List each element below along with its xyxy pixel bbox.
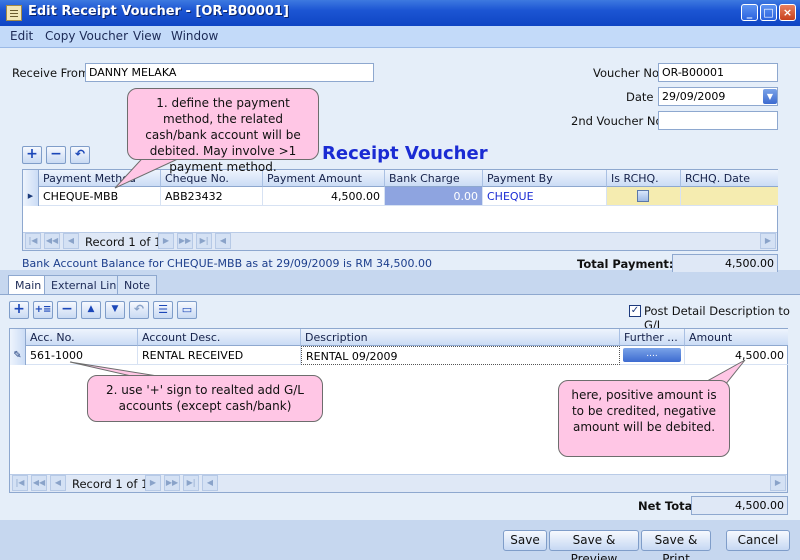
- tab-note[interactable]: Note: [117, 275, 158, 294]
- minimize-button[interactable]: _: [741, 4, 758, 21]
- date-label: Date: [626, 90, 654, 104]
- next-record-icon[interactable]: ▶: [158, 233, 174, 249]
- move-up-icon[interactable]: ▲: [81, 301, 101, 319]
- further-button[interactable]: ....: [623, 348, 681, 362]
- document-icon: [6, 5, 22, 21]
- save-preview-button[interactable]: Save & Preview: [549, 530, 639, 560]
- remove-payment-button[interactable]: −: [46, 146, 66, 164]
- col-amount[interactable]: Amount: [685, 329, 788, 346]
- payment-method-cell[interactable]: CHEQUE-MBB: [39, 187, 161, 206]
- detail-next-page-icon[interactable]: ▶▶: [164, 475, 180, 491]
- close-button[interactable]: ×: [779, 4, 796, 21]
- detail-prev-record-icon[interactable]: ◀: [50, 475, 66, 491]
- list-view-icon[interactable]: ☰: [153, 301, 173, 319]
- detail-scroll-right-icon[interactable]: ▶: [770, 475, 786, 491]
- last-record-icon[interactable]: ▶|: [196, 233, 212, 249]
- date-input[interactable]: 29/09/2009: [658, 87, 778, 106]
- net-total-value: 4,500.00: [691, 496, 788, 515]
- undo-detail-button[interactable]: ↶: [129, 301, 149, 319]
- total-payment-label: Total Payment:: [577, 257, 674, 271]
- payment-amount-cell[interactable]: 4,500.00: [263, 187, 385, 206]
- cancel-button[interactable]: Cancel: [726, 530, 790, 551]
- bank-charge-cell[interactable]: 0.00: [385, 187, 483, 206]
- window-title: Edit Receipt Voucher - [OR-B00001]: [28, 4, 289, 19]
- bank-balance-text: Bank Account Balance for CHEQUE-MBB as a…: [22, 257, 432, 270]
- scroll-left-icon[interactable]: ◀: [215, 233, 231, 249]
- date-dropdown-icon[interactable]: ▼: [763, 89, 777, 104]
- col-description[interactable]: Description: [301, 329, 620, 346]
- col-payment-by[interactable]: Payment By: [483, 170, 607, 187]
- callout-gl-accounts: 2. use '+' sign to realted add G/L accou…: [87, 375, 323, 422]
- col-rchq-date[interactable]: RCHQ. Date: [681, 170, 778, 187]
- voucher-no-label: Voucher No: [593, 66, 660, 80]
- callout-payment-method: 1. define the payment method, the relate…: [127, 88, 319, 174]
- col-acc-no[interactable]: Acc. No.: [26, 329, 138, 346]
- add-payment-button[interactable]: +: [22, 146, 42, 164]
- second-voucher-label: 2nd Voucher No: [571, 114, 663, 128]
- remove-detail-button[interactable]: −: [57, 301, 77, 319]
- payment-grid: Payment Method Cheque No. Payment Amount…: [22, 169, 778, 251]
- tab-main[interactable]: Main: [8, 275, 49, 294]
- detail-next-record-icon[interactable]: ▶: [145, 475, 161, 491]
- payment-navigator: |◀ ◀◀ ◀ Record 1 of 1 ▶ ▶▶ ▶| ◀ ▶: [23, 232, 777, 250]
- col-further[interactable]: Further ...: [620, 329, 685, 346]
- menu-bar: Edit Copy Voucher View Window: [0, 26, 800, 48]
- further-cell[interactable]: ....: [620, 346, 685, 365]
- voucher-no-input[interactable]: OR-B00001: [658, 63, 778, 82]
- first-record-icon[interactable]: |◀: [25, 233, 41, 249]
- maximize-button[interactable]: □: [760, 4, 777, 21]
- insert-row-icon[interactable]: +≡: [33, 301, 53, 319]
- menu-window[interactable]: Window: [171, 29, 218, 43]
- undo-payment-button[interactable]: ↶: [70, 146, 90, 164]
- add-detail-button[interactable]: +: [9, 301, 29, 319]
- is-rchq-checkbox[interactable]: [637, 190, 649, 202]
- col-payment-amount[interactable]: Payment Amount: [263, 170, 385, 187]
- detail-navigator: |◀ ◀◀ ◀ Record 1 of 1 ▶ ▶▶ ▶| ◀ ▶: [10, 474, 787, 492]
- date-value: 29/09/2009: [662, 90, 726, 103]
- detail-scroll-left-icon[interactable]: ◀: [202, 475, 218, 491]
- detail-prev-page-icon[interactable]: ◀◀: [31, 475, 47, 491]
- cheque-no-cell[interactable]: ABB23432: [161, 187, 263, 206]
- col-bank-charge[interactable]: Bank Charge: [385, 170, 483, 187]
- form-view-icon[interactable]: ▭: [177, 301, 197, 319]
- next-page-icon[interactable]: ▶▶: [177, 233, 193, 249]
- post-detail-checkbox[interactable]: ✓: [629, 305, 641, 317]
- net-total-label: Net Total: [638, 499, 697, 513]
- acc-no-cell[interactable]: 561-1000: [26, 346, 138, 365]
- form-title: Receipt Voucher: [322, 143, 488, 164]
- save-print-button[interactable]: Save & Print: [641, 530, 711, 560]
- footer-bar: Save Save & Preview Save & Print Cancel: [0, 520, 800, 560]
- prev-record-icon[interactable]: ◀: [63, 233, 79, 249]
- receive-from-label: Receive From: [12, 66, 90, 80]
- payment-by-cell[interactable]: CHEQUE: [483, 187, 607, 206]
- rchq-date-cell[interactable]: [681, 187, 778, 206]
- is-rchq-cell[interactable]: [607, 187, 681, 206]
- title-bar: Edit Receipt Voucher - [OR-B00001] _ □ ×: [0, 0, 800, 26]
- menu-edit[interactable]: Edit: [10, 29, 33, 43]
- save-button[interactable]: Save: [503, 530, 547, 551]
- description-cell[interactable]: RENTAL 09/2009: [301, 346, 620, 365]
- callout-amount: here, positive amount is to be credited,…: [558, 380, 730, 457]
- move-down-icon[interactable]: ▼: [105, 301, 125, 319]
- col-is-rchq[interactable]: Is RCHQ.: [607, 170, 681, 187]
- detail-record-count: Record 1 of 1: [72, 477, 149, 491]
- acc-desc-cell[interactable]: RENTAL RECEIVED: [138, 346, 301, 365]
- col-account-desc[interactable]: Account Desc.: [138, 329, 301, 346]
- amount-cell[interactable]: 4,500.00: [685, 346, 788, 365]
- payment-record-count: Record 1 of 1: [85, 235, 162, 249]
- tab-strip: Main External Link Note: [0, 272, 800, 294]
- prev-page-icon[interactable]: ◀◀: [44, 233, 60, 249]
- total-payment-value: 4,500.00: [672, 254, 778, 273]
- menu-view[interactable]: View: [133, 29, 161, 43]
- second-voucher-input[interactable]: [658, 111, 778, 130]
- scroll-right-icon[interactable]: ▶: [760, 233, 776, 249]
- receive-from-input[interactable]: DANNY MELAKA: [85, 63, 374, 82]
- edit-pencil-icon: ✎: [10, 346, 26, 365]
- col-payment-method[interactable]: Payment Method: [39, 170, 161, 187]
- detail-last-record-icon[interactable]: ▶|: [183, 475, 199, 491]
- row-pointer-icon: ▶: [23, 187, 39, 206]
- menu-copy-voucher[interactable]: Copy Voucher: [45, 29, 128, 43]
- detail-first-record-icon[interactable]: |◀: [12, 475, 28, 491]
